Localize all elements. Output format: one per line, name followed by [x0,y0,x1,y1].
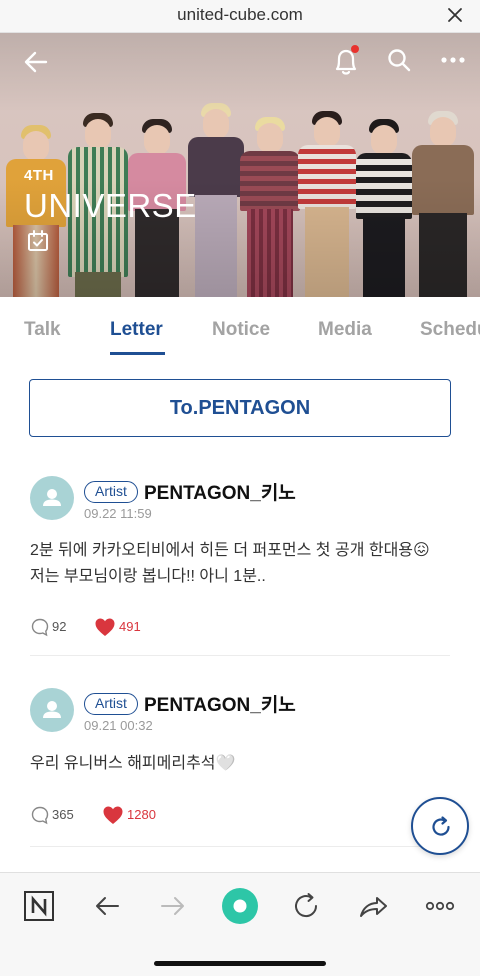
close-icon[interactable] [444,4,466,26]
post-content[interactable]: 우리 유니버스 해피메리추석🤍 [30,751,235,777]
share-icon[interactable] [356,889,390,923]
notification-button[interactable] [331,45,361,77]
browser-toolbar [0,872,480,976]
notification-dot [351,45,359,53]
forward-arrow-icon[interactable] [156,889,190,923]
comment-count: 92 [52,619,67,634]
tab-schedule[interactable]: Schedu [420,319,480,341]
to-pentagon-label: To.PENTAGON [169,396,311,419]
comment-count: 365 [52,807,74,822]
avatar[interactable] [30,476,74,520]
url-text[interactable]: united-cube.com [0,5,480,25]
post-date: 09.22 11:59 [84,506,152,521]
more-horizontal-icon[interactable] [438,47,468,73]
like-count: 491 [119,619,141,634]
tab-talk[interactable]: Talk [24,319,61,341]
refresh-button[interactable] [411,797,469,855]
user-placeholder-icon [43,701,61,718]
reload-icon[interactable] [289,889,323,923]
post-date: 09.21 00:32 [84,718,153,733]
post-author[interactable]: PENTAGON_키노 [144,478,296,505]
refresh-icon [432,816,450,836]
post-author[interactable]: PENTAGON_키노 [144,690,296,717]
comment-bubble-icon[interactable] [30,805,50,825]
home-indicator [154,961,326,966]
post-meta: 92 491 [30,615,330,637]
browser-url-bar[interactable]: united-cube.com [0,0,480,33]
letter-post[interactable]: Artist PENTAGON_키노 09.21 00:32 우리 유니버스 해… [30,688,450,828]
post-meta: 365 1280 [30,803,330,825]
avatar[interactable] [30,688,74,732]
tab-letter[interactable]: Letter [110,319,163,341]
artist-badge: Artist [84,693,138,715]
post-content[interactable]: 2분 뒤에 카카오티비에서 히든 더 퍼포먼스 첫 공개 한대용😖 저는 부모님… [30,538,430,590]
post-divider [30,655,450,656]
like-count: 1280 [127,807,156,822]
artist-badge: Artist [84,481,138,503]
hero-title: UNIVERSE [24,187,197,224]
green-dot-home-icon[interactable] [220,886,260,926]
post-divider [30,846,450,847]
more-horizontal-icon[interactable] [423,889,457,923]
active-tab-indicator [110,352,165,355]
comment-bubble-icon[interactable] [30,617,50,637]
calendar-check-icon[interactable] [26,229,50,253]
naver-n-icon[interactable] [22,889,56,923]
back-arrow-icon[interactable] [90,889,124,923]
tab-bar: Talk Letter Notice Media Schedu [0,297,480,363]
heart-icon[interactable] [102,805,124,825]
hero-banner: 4TH UNIVERSE [0,33,480,297]
search-icon[interactable] [385,46,413,74]
back-arrow-icon[interactable] [22,48,50,76]
letter-post[interactable]: Artist PENTAGON_키노 09.22 11:59 2분 뒤에 카카오… [30,476,450,644]
user-placeholder-icon [43,489,61,506]
tab-notice[interactable]: Notice [212,319,270,341]
hero-subtitle: 4TH [24,167,54,184]
tab-media[interactable]: Media [318,319,372,341]
heart-icon[interactable] [94,617,116,637]
to-pentagon-button[interactable]: To.PENTAGON [29,379,451,437]
